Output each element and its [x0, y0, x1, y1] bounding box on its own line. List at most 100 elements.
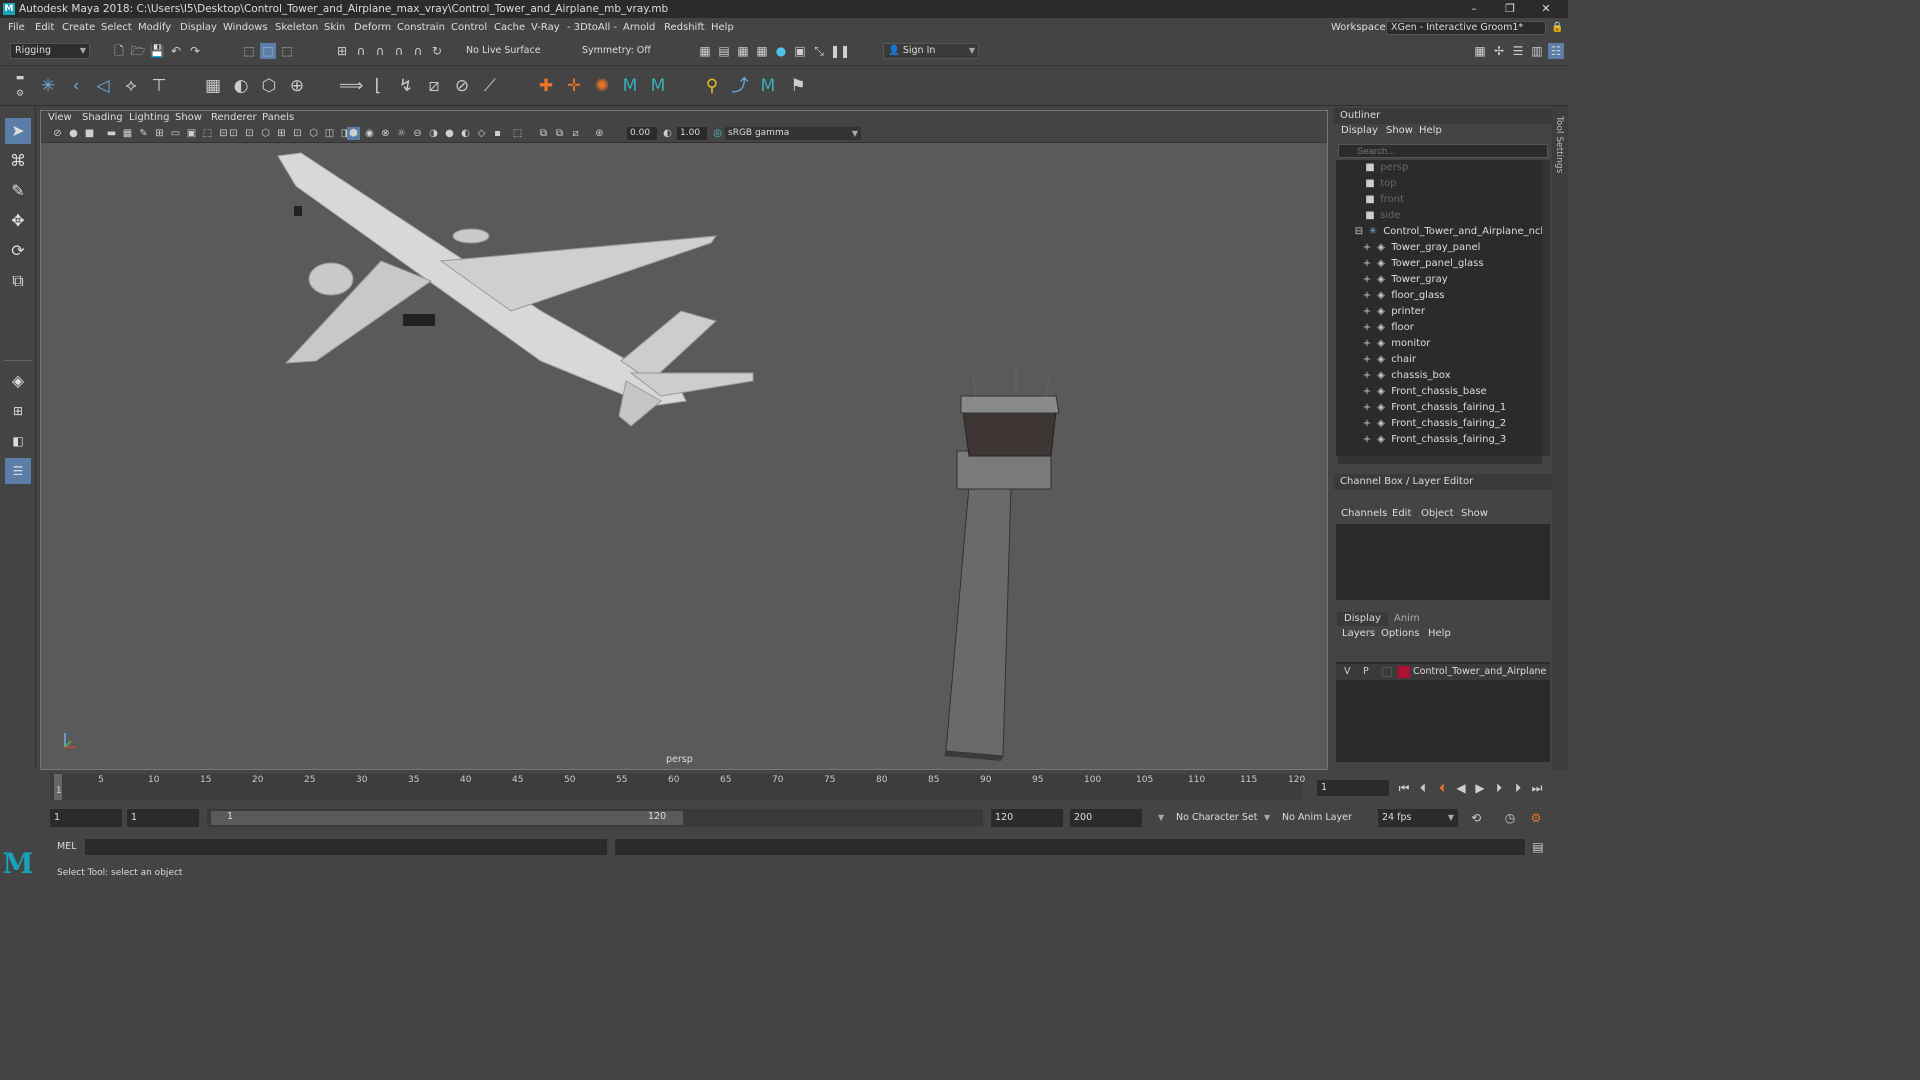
- channel-box-icon[interactable]: ☷: [1548, 43, 1564, 59]
- outliner-item-persp[interactable]: ■ persp: [1363, 160, 1408, 176]
- outliner-item-front-chassis-fairing-1[interactable]: + ◈ Front_chassis_fairing_1: [1360, 400, 1506, 416]
- outliner-item-front-chassis-base[interactable]: + ◈ Front_chassis_base: [1360, 384, 1487, 400]
- command-language-toggle[interactable]: MEL: [57, 836, 77, 858]
- layer-menu-help[interactable]: Help: [1428, 628, 1451, 639]
- locator-icon[interactable]: ⚲: [700, 74, 724, 98]
- auto-key-icon[interactable]: ◷: [1502, 810, 1518, 826]
- lasso-tool-icon[interactable]: ⌘: [5, 148, 31, 174]
- expand-icon[interactable]: +: [1360, 256, 1374, 272]
- menu-redshift[interactable]: Redshift: [664, 18, 705, 38]
- expand-icon[interactable]: +: [1360, 416, 1374, 432]
- save-scene-icon[interactable]: 💾: [149, 43, 165, 59]
- expand-icon[interactable]: +: [1360, 400, 1374, 416]
- snap-view-icon[interactable]: ∩: [391, 43, 407, 59]
- shelf-menu-icon[interactable]: ▬: [12, 70, 28, 86]
- menu-select[interactable]: Select: [101, 18, 132, 38]
- character-controls-icon[interactable]: ✢: [1491, 43, 1507, 59]
- fps-select[interactable]: 24 fps ▼: [1378, 809, 1458, 827]
- outliner-item-printer[interactable]: + ◈ printer: [1360, 304, 1425, 320]
- cb-menu-channels[interactable]: Channels: [1341, 508, 1387, 519]
- chevron-down-icon[interactable]: ▼: [1158, 809, 1164, 827]
- menu-skin[interactable]: Skin: [324, 18, 345, 38]
- ik-spline-icon[interactable]: ◁: [91, 74, 115, 98]
- layer-name[interactable]: Control_Tower_and_Airplane: [1413, 664, 1546, 680]
- paint-weights-icon[interactable]: ⬡: [257, 74, 281, 98]
- open-scene-icon[interactable]: 🗁: [130, 43, 146, 59]
- two-view-icon[interactable]: ◧: [5, 428, 31, 454]
- menu-file[interactable]: File: [8, 18, 25, 38]
- collapse-icon[interactable]: ⊟: [1352, 224, 1366, 240]
- menu-deform[interactable]: Deform: [354, 18, 391, 38]
- paint-select-icon[interactable]: ✎: [5, 178, 31, 204]
- viewport-panel[interactable]: View Shading Lighting Show Renderer Pane…: [40, 110, 1328, 770]
- select-object-icon[interactable]: ⬚: [260, 43, 276, 59]
- menu-cache[interactable]: Cache: [494, 18, 525, 38]
- outliner-search-input[interactable]: [1338, 144, 1548, 158]
- scale-tool-icon[interactable]: ⧉: [5, 268, 31, 294]
- menu-skeleton[interactable]: Skeleton: [275, 18, 318, 38]
- outliner-item-front[interactable]: ■ front: [1363, 192, 1404, 208]
- wire-icon[interactable]: ↯: [394, 74, 418, 98]
- vray-render-icon[interactable]: ▣: [792, 43, 808, 59]
- outliner-item-group[interactable]: ⊟✳ Control_Tower_and_Airplane_ncl1_1: [1352, 224, 1542, 240]
- outliner-item-front-chassis-fairing-2[interactable]: + ◈ Front_chassis_fairing_2: [1360, 416, 1506, 432]
- menu-3dtoall[interactable]: - 3DtoAll -: [567, 18, 617, 38]
- select-component-icon[interactable]: ⬚: [279, 43, 295, 59]
- single-view-icon[interactable]: ◈: [5, 368, 31, 394]
- hik-character-icon[interactable]: M: [618, 74, 642, 98]
- redo-icon[interactable]: ↷: [187, 43, 203, 59]
- script-editor-icon[interactable]: ▤: [1530, 839, 1546, 855]
- outliner-item-top[interactable]: ■ top: [1363, 176, 1396, 192]
- layer-visibility-toggle[interactable]: V: [1344, 664, 1351, 680]
- attribute-editor-icon[interactable]: ☰: [1510, 43, 1526, 59]
- layer-menu-layers[interactable]: Layers: [1342, 628, 1375, 639]
- sign-in-button[interactable]: 👤 Sign In ▼: [883, 43, 979, 59]
- symmetry-field[interactable]: Symmetry: Off: [577, 43, 657, 59]
- loop-icon[interactable]: ⟲: [1468, 810, 1484, 826]
- menu-edit[interactable]: Edit: [35, 18, 54, 38]
- animation-start-field[interactable]: 1: [50, 809, 122, 827]
- outliner-list[interactable]: ■ persp ■ top ■ front ■ side ⊟ ✳ Control_…: [1336, 160, 1542, 456]
- current-frame-field[interactable]: 1: [1317, 780, 1389, 796]
- minimize-button[interactable]: –: [1460, 0, 1488, 18]
- step-forward-frame-icon[interactable]: ⏵: [1491, 780, 1507, 796]
- snap-curve-icon[interactable]: ∩: [353, 43, 369, 59]
- select-hierarchy-icon[interactable]: ⬚: [241, 43, 257, 59]
- expand-icon[interactable]: +: [1360, 272, 1374, 288]
- outliner-item-tower-panel-glass[interactable]: + ◈ Tower_panel_glass: [1360, 256, 1484, 272]
- move-tool-icon[interactable]: ✥: [5, 208, 31, 234]
- outliner-vscrollbar[interactable]: [1542, 160, 1550, 456]
- undo-icon[interactable]: ↶: [168, 43, 184, 59]
- lattice-icon[interactable]: ⊕: [285, 74, 309, 98]
- expand-icon[interactable]: +: [1360, 304, 1374, 320]
- snap-point-icon[interactable]: ∩: [372, 43, 388, 59]
- outliner-item-tower-gray[interactable]: + ◈ Tower_gray: [1360, 272, 1448, 288]
- go-to-start-icon[interactable]: ⏮: [1396, 780, 1412, 796]
- bind-skin-icon[interactable]: ▦: [201, 74, 225, 98]
- outliner-item-monitor[interactable]: + ◈ monitor: [1360, 336, 1431, 352]
- expand-icon[interactable]: +: [1360, 240, 1374, 256]
- expand-icon[interactable]: +: [1360, 288, 1374, 304]
- point-constraint-icon[interactable]: ✚: [534, 74, 558, 98]
- nonlinear-icon[interactable]: ⟋: [478, 74, 502, 98]
- orient-joint-icon[interactable]: ⊤: [147, 74, 171, 98]
- layer-tab-anim[interactable]: Anim: [1394, 612, 1420, 626]
- menu-vray[interactable]: V-Ray: [531, 18, 560, 38]
- menu-modify[interactable]: Modify: [138, 18, 171, 38]
- menu-display[interactable]: Display: [180, 18, 217, 38]
- smooth-bind-icon[interactable]: ◐: [229, 74, 253, 98]
- outliner-item-floor[interactable]: + ◈ floor: [1360, 320, 1414, 336]
- control-tower-model[interactable]: [944, 369, 1060, 761]
- tool-settings-icon[interactable]: ▥: [1529, 43, 1545, 59]
- lock-icon[interactable]: 🔒: [1551, 18, 1563, 38]
- vray-ipr-icon[interactable]: ⤡: [811, 43, 827, 59]
- menu-constrain[interactable]: Constrain: [397, 18, 445, 38]
- tool-settings-tab[interactable]: Tool Settings: [1554, 116, 1564, 173]
- render-view-icon[interactable]: ▤: [716, 43, 732, 59]
- quick-rig-icon[interactable]: ⤴: [728, 74, 752, 98]
- command-input[interactable]: [85, 839, 607, 855]
- render-frame-icon[interactable]: ▦: [697, 43, 713, 59]
- outliner-menu-show[interactable]: Show: [1386, 125, 1413, 136]
- expand-icon[interactable]: +: [1360, 384, 1374, 400]
- hik-skeleton-icon[interactable]: M: [646, 74, 670, 98]
